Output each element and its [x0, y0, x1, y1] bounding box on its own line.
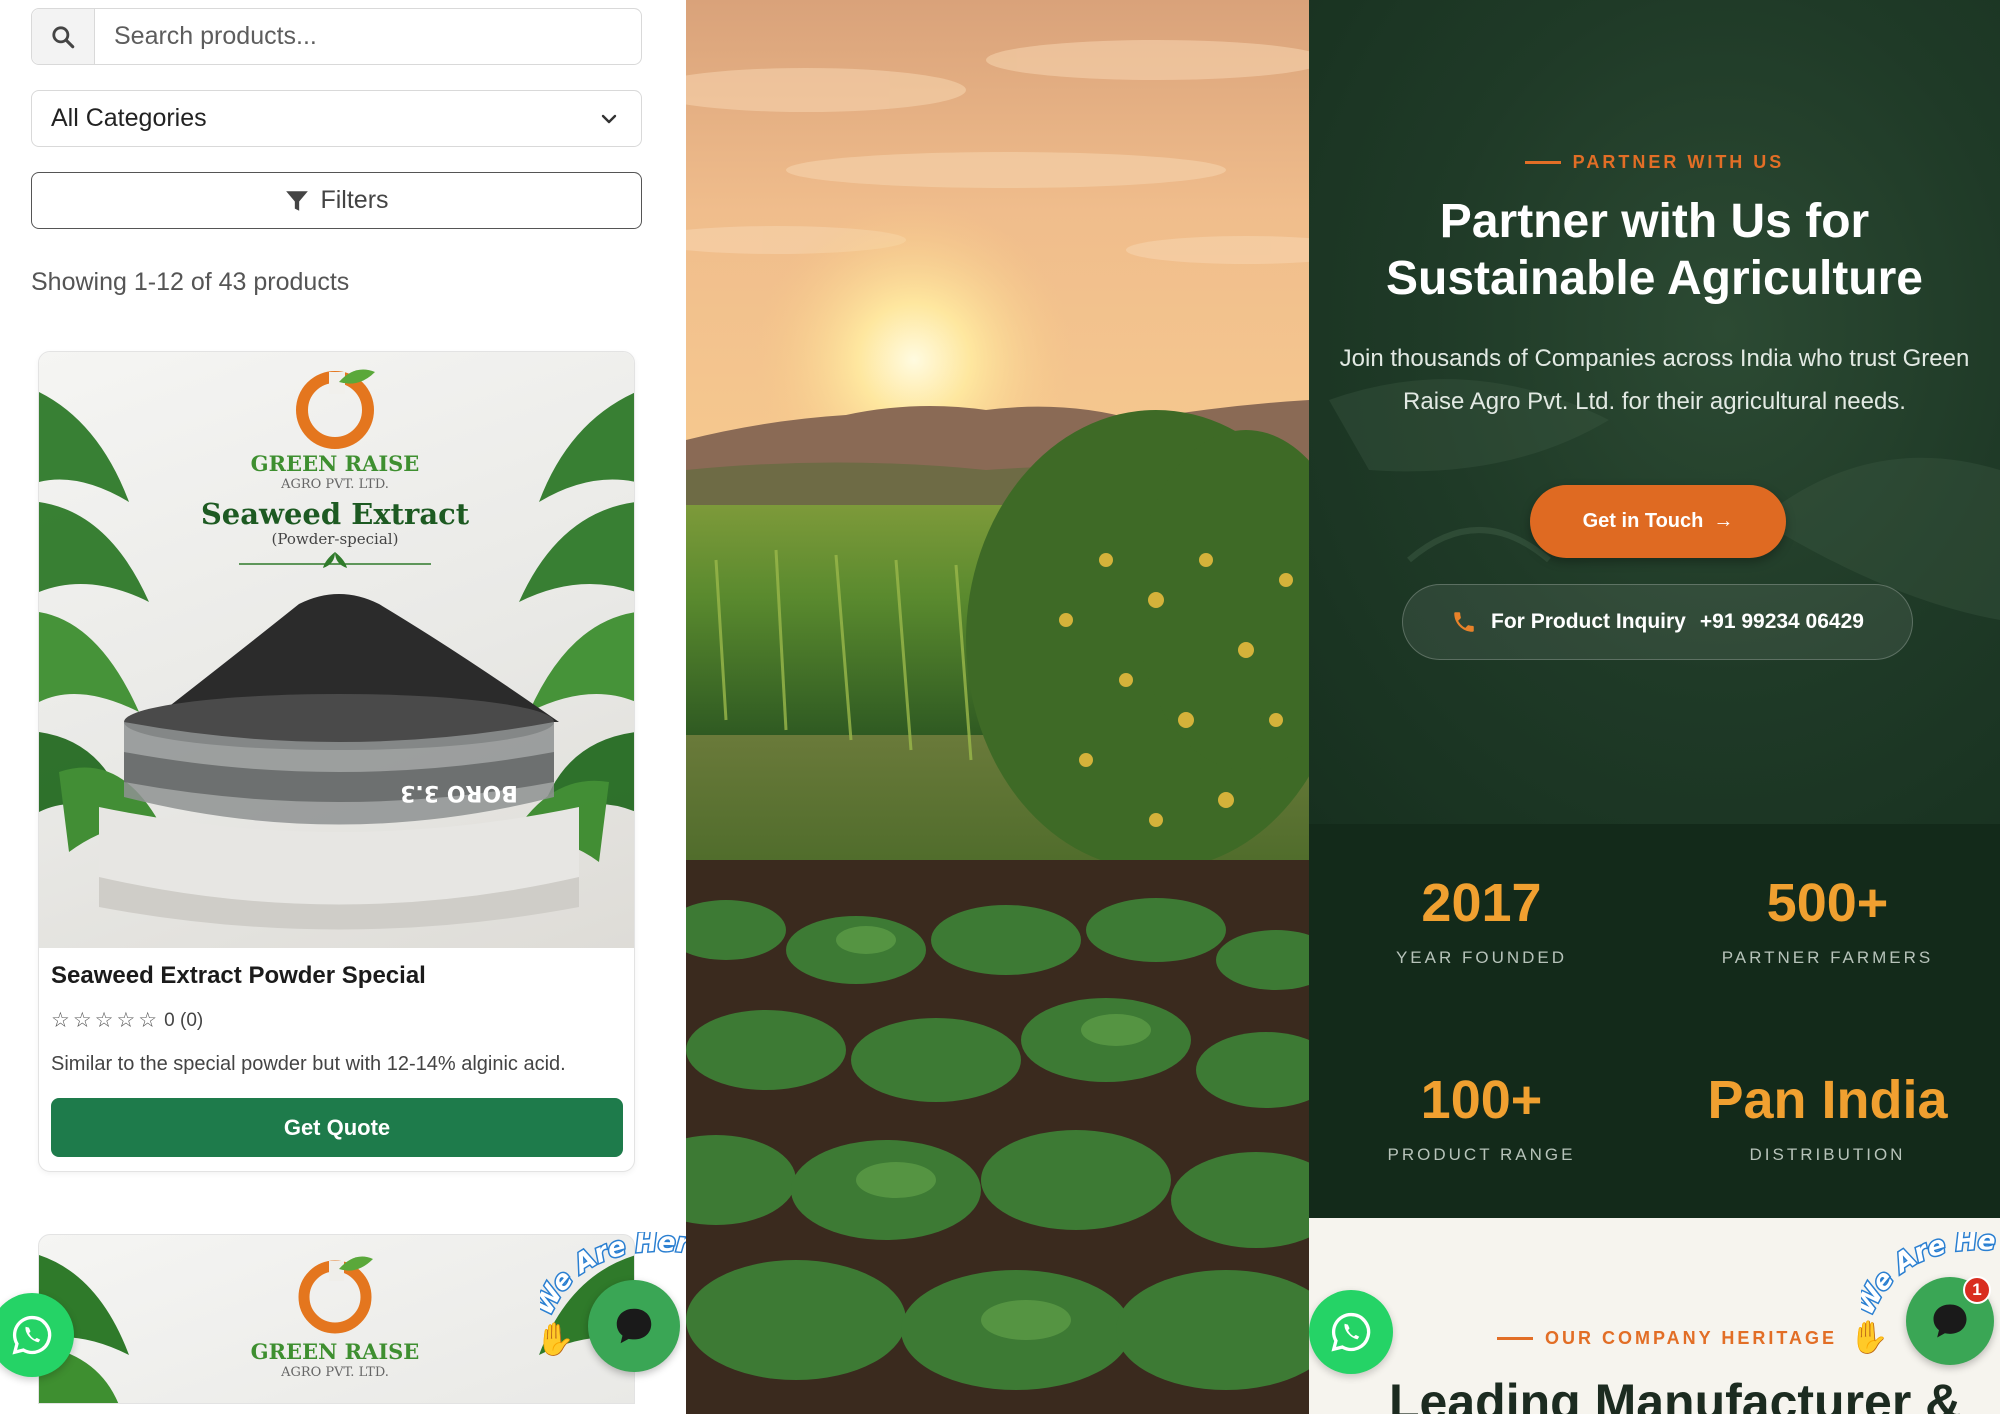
stat-label: PARTNER FARMERS: [1721, 948, 1934, 967]
landscape-artwork: [686, 0, 1309, 1414]
partner-heading-line2: Sustainable Agriculture: [1386, 252, 1923, 305]
product-image-artwork: GREEN RAISE AGRO PVT. LTD. Seaweed Extra…: [39, 369, 634, 930]
category-select[interactable]: All Categories: [31, 90, 642, 147]
stat-value: 100+: [1420, 1070, 1543, 1130]
product-image[interactable]: GREEN RAISE AGRO PVT. LTD. Seaweed Extra…: [39, 352, 634, 948]
search-button[interactable]: [32, 9, 95, 64]
phone-icon: [1454, 612, 1474, 632]
product-inquiry-phone-button[interactable]: For Product Inquiry +91 99234 06429: [1402, 584, 1913, 660]
stat-item: 2017 YEAR FOUNDED: [1309, 872, 1654, 968]
partner-eyebrow-text: PARTNER WITH US: [1572, 152, 1785, 172]
jar-label-text: BORO 3.3: [400, 780, 518, 805]
chat-bubble-icon: [1933, 1304, 1967, 1338]
eyebrow-dash: [1497, 1337, 1533, 1340]
chevron-down-icon: [601, 114, 617, 123]
chat-notification-badge: 1: [1963, 1276, 1991, 1304]
heritage-eyebrow: OUR COMPANY HERITAGE: [1309, 1328, 2000, 1349]
results-count: Showing 1-12 of 43 products: [31, 268, 350, 296]
filters-button[interactable]: Filters: [31, 172, 642, 229]
rating-stars-icon: ☆☆☆☆☆: [51, 1009, 161, 1032]
image-brand-sub-text: AGRO PVT. LTD.: [280, 477, 389, 492]
image-brand-text: GREEN RAISE: [251, 1339, 420, 1364]
image-subtitle-text: (Powder-special): [272, 530, 399, 548]
filters-label: Filters: [320, 186, 389, 214]
product-listing-panel: All Categories Filters Showing 1-12 of 4…: [0, 0, 686, 1414]
heritage-eyebrow-text: OUR COMPANY HERITAGE: [1545, 1328, 1838, 1348]
product-card[interactable]: GREEN RAISE AGRO PVT. LTD. Seaweed Extra…: [38, 351, 635, 1172]
stat-label: PRODUCT RANGE: [1387, 1145, 1576, 1164]
partner-eyebrow: PARTNER WITH US: [1309, 152, 2000, 173]
arrow-right-icon: →: [1713, 510, 1734, 532]
eyebrow-dash: [1524, 161, 1561, 164]
get-quote-button[interactable]: Get Quote: [51, 1098, 623, 1157]
whatsapp-icon: [12, 1315, 52, 1355]
search-icon: [52, 25, 75, 48]
company-panel: PARTNER WITH US Partner with Us for Sust…: [1309, 0, 2000, 1414]
whatsapp-button[interactable]: [1309, 1290, 1393, 1374]
stat-value: 2017: [1421, 873, 1542, 933]
wave-hand-icon: ✋: [535, 1321, 575, 1357]
stat-item: 100+ PRODUCT RANGE: [1309, 1069, 1654, 1165]
stat-label: DISTRIBUTION: [1749, 1145, 1906, 1164]
farm-landscape-image: [686, 0, 1309, 1414]
chat-launcher-button[interactable]: [588, 1280, 680, 1372]
stat-value: 500+: [1766, 873, 1889, 933]
whatsapp-icon: [1331, 1312, 1371, 1352]
partner-description: Join thousands of Companies across India…: [1339, 345, 1970, 415]
stat-item: Pan India DISTRIBUTION: [1655, 1069, 2000, 1165]
partner-heading: Partner with Us for Sustainable Agricult…: [1309, 193, 2000, 307]
search-input[interactable]: [95, 9, 641, 64]
get-in-touch-button[interactable]: Get in Touch →: [1530, 485, 1786, 558]
image-brand-text: GREEN RAISE: [251, 451, 420, 476]
stat-item: 500+ PARTNER FARMERS: [1655, 872, 2000, 968]
image-title-text: Seaweed Extract: [201, 497, 470, 531]
partner-heading-line1: Partner with Us for: [1439, 195, 1870, 248]
product-description: Similar to the special powder but with 1…: [51, 1053, 566, 1075]
partner-section: PARTNER WITH US Partner with Us for Sust…: [1309, 0, 2000, 824]
wave-hand-icon: ✋: [1849, 1319, 1889, 1355]
stats-section: 2017 YEAR FOUNDED 500+ PARTNER FARMERS 1…: [1309, 824, 2000, 1218]
heritage-heading: Leading Manufacturer &: [1389, 1374, 1962, 1414]
filter-icon: [286, 190, 309, 211]
stat-value: Pan India: [1707, 1070, 1948, 1130]
stat-label: YEAR FOUNDED: [1395, 948, 1568, 967]
rating-text: 0 (0): [164, 1009, 204, 1031]
image-brand-sub-text: AGRO PVT. LTD.: [280, 1365, 389, 1380]
product-rating: ☆☆☆☆☆ 0 (0): [51, 1008, 622, 1033]
brand-logo-mark: [296, 369, 375, 449]
inquiry-phone: +91 99234 06429: [1699, 610, 1864, 633]
inquiry-label: For Product Inquiry: [1491, 610, 1686, 633]
chat-bubble-icon: [616, 1308, 652, 1344]
get-in-touch-label: Get in Touch: [1582, 510, 1704, 532]
category-select-value: All Categories: [51, 104, 207, 132]
product-name[interactable]: Seaweed Extract Powder Special: [51, 962, 622, 990]
product-search: [31, 8, 642, 65]
